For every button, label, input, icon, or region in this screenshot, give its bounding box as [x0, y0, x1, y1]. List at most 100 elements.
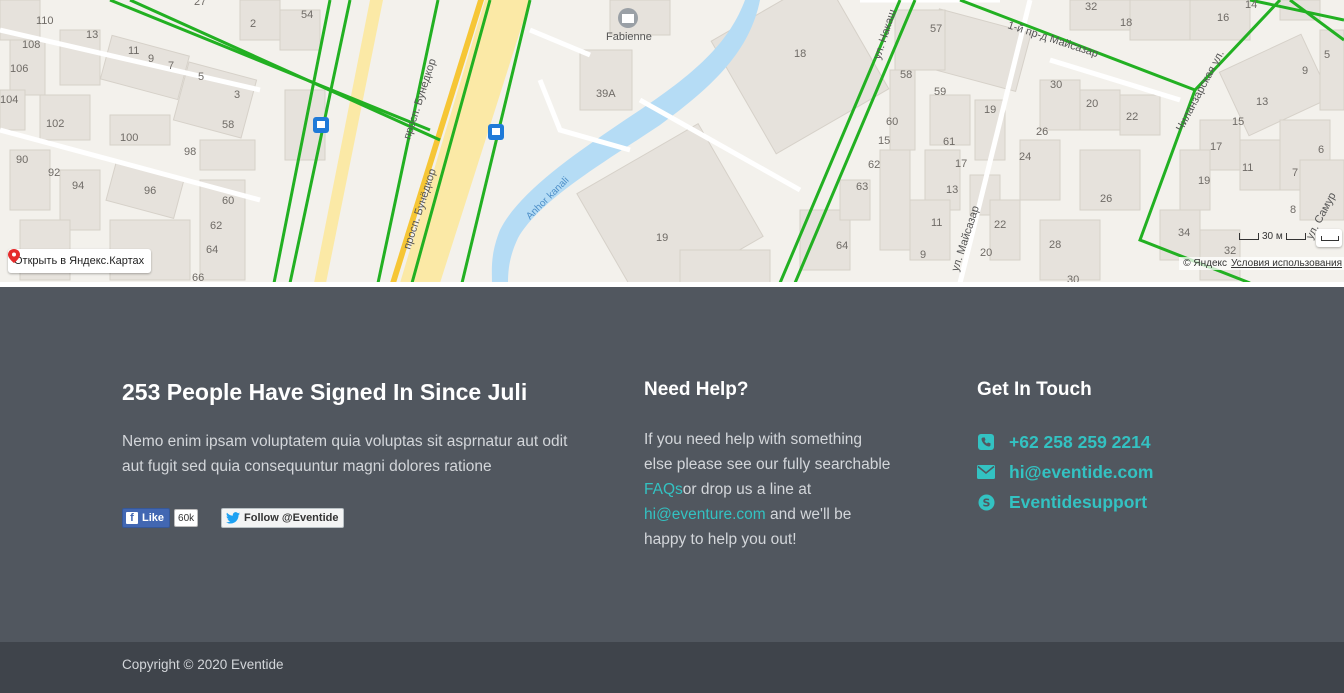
building-number: 9 — [1302, 65, 1308, 77]
building-number: 11 — [931, 217, 942, 229]
building-number: 19 — [984, 104, 996, 116]
building-number: 94 — [72, 180, 84, 192]
factory-icon[interactable] — [618, 8, 638, 28]
building-number: 58 — [900, 69, 912, 81]
building-number: 62 — [868, 159, 880, 171]
yandex-copyright: © Яндекс — [1183, 258, 1227, 269]
building-number: 64 — [206, 244, 218, 256]
open-in-yandex-maps-button[interactable]: Открыть в Яндекс.Картах — [8, 249, 152, 273]
building-number: 26 — [1036, 126, 1048, 138]
twitter-follow-widget[interactable]: Follow @Eventide — [221, 508, 345, 528]
building-number: 9 — [148, 53, 154, 65]
building-number: 22 — [1126, 111, 1138, 123]
footer: 253 People Have Signed In Since Juli Nem… — [0, 287, 1344, 642]
building-number: 17 — [955, 158, 967, 170]
building-number: 106 — [10, 63, 28, 75]
building-number: 60 — [886, 116, 898, 128]
building-number: 20 — [980, 247, 992, 259]
terms-link[interactable]: Условия использования — [1231, 258, 1342, 269]
poi-label: Fabienne — [606, 31, 652, 43]
contact-phone[interactable]: +62 258 259 2214 — [977, 430, 1151, 454]
building-number: 8 — [1290, 204, 1296, 216]
bus-stop-icon[interactable] — [313, 117, 329, 133]
ruler-icon[interactable] — [1316, 229, 1342, 247]
building-number: 39A — [596, 88, 616, 100]
building-number: 7 — [1292, 167, 1298, 179]
building-number: 32 — [1224, 245, 1236, 257]
bus-stop-icon[interactable] — [488, 124, 504, 140]
building-number: 15 — [1232, 116, 1244, 128]
contact-email-value: hi@eventide.com — [1009, 461, 1154, 482]
building-number: 5 — [198, 71, 204, 83]
phone-icon — [977, 433, 995, 451]
building-number: 20 — [1086, 98, 1098, 110]
twitter-follow-label: Follow @Eventide — [244, 512, 339, 524]
building-number: 57 — [930, 23, 942, 35]
building-number: 64 — [836, 240, 848, 252]
copyright-text: Copyright © 2020 Eventide — [122, 657, 284, 672]
building-number: 63 — [856, 181, 868, 193]
building-number: 60 — [222, 195, 234, 207]
building-number: 13 — [86, 29, 98, 41]
help-email-link[interactable]: hi@eventure.com — [644, 506, 766, 523]
street-label: просп. Бунёдкор — [401, 57, 438, 141]
contact-skype[interactable]: S Eventidesupport — [977, 490, 1147, 514]
building-number: 92 — [48, 167, 60, 179]
building-number: 30 — [1050, 79, 1062, 91]
help-text-part: If you need help with something else ple… — [644, 431, 891, 473]
contact-email[interactable]: hi@eventide.com — [977, 460, 1153, 484]
building-number: 110 — [36, 15, 54, 27]
building-number: 11 — [1242, 162, 1253, 174]
building-number: 13 — [1256, 96, 1268, 108]
facebook-like-widget[interactable]: f Like 60k — [122, 508, 199, 528]
map-canvas[interactable]: Fabienne просп. Бунёдкор просп. Бунёдкор… — [0, 0, 1344, 283]
building-number: 18 — [794, 48, 806, 60]
building-number: 61 — [943, 136, 955, 148]
building-number: 13 — [946, 184, 958, 196]
help-title: Need Help? — [644, 379, 749, 400]
building-number: 14 — [1245, 0, 1257, 11]
twitter-follow-button[interactable]: Follow @Eventide — [221, 508, 345, 528]
building-number: 102 — [46, 118, 64, 130]
building-number: 19 — [1198, 175, 1210, 187]
map-pin-icon — [8, 249, 20, 263]
envelope-icon — [977, 463, 995, 481]
faqs-link[interactable]: FAQs — [644, 481, 683, 498]
building-number: 32 — [1085, 1, 1097, 13]
about-title: 253 People Have Signed In Since Juli — [122, 379, 528, 405]
building-number: 6 — [1318, 144, 1324, 156]
building-number: 22 — [994, 219, 1006, 231]
building-number: 26 — [1100, 193, 1112, 205]
contact-phone-value: +62 258 259 2214 — [1009, 431, 1151, 452]
help-text: If you need help with something else ple… — [644, 427, 894, 552]
map-copyright: © Яндекс Условия использования — [1179, 257, 1344, 270]
building-number: 100 — [120, 132, 138, 144]
building-number: 5 — [1324, 49, 1330, 61]
map-embed[interactable]: Fabienne просп. Бунёдкор просп. Бунёдкор… — [0, 0, 1344, 283]
contact-skype-value: Eventidesupport — [1009, 491, 1148, 512]
building-number: 19 — [656, 232, 668, 244]
building-number: 108 — [22, 39, 40, 51]
building-number: 15 — [878, 135, 890, 147]
building-number: 54 — [301, 9, 313, 21]
building-number: 9 — [920, 249, 926, 261]
skype-icon: S — [977, 493, 995, 511]
building-number: 27 — [194, 0, 206, 8]
svg-text:S: S — [982, 496, 990, 509]
building-number: 90 — [16, 154, 28, 166]
scale-label: 30 м — [1262, 231, 1283, 242]
building-number: 17 — [1210, 141, 1222, 153]
facebook-icon: f — [126, 512, 138, 524]
building-number: 104 — [0, 94, 18, 106]
about-text: Nemo enim ipsam voluptatem quia voluptas… — [122, 433, 568, 475]
building-number: 59 — [934, 86, 946, 98]
touch-title: Get In Touch — [977, 379, 1092, 400]
building-number: 24 — [1019, 151, 1031, 163]
building-number: 7 — [168, 60, 174, 72]
facebook-like-button[interactable]: f Like — [122, 508, 171, 528]
building-number: 11 — [128, 45, 139, 57]
open-in-yandex-maps-label: Открыть в Яндекс.Картах — [14, 255, 145, 267]
building-number: 3 — [234, 89, 240, 101]
help-text-part: or drop us a line at — [682, 481, 812, 498]
building-number: 28 — [1049, 239, 1061, 251]
